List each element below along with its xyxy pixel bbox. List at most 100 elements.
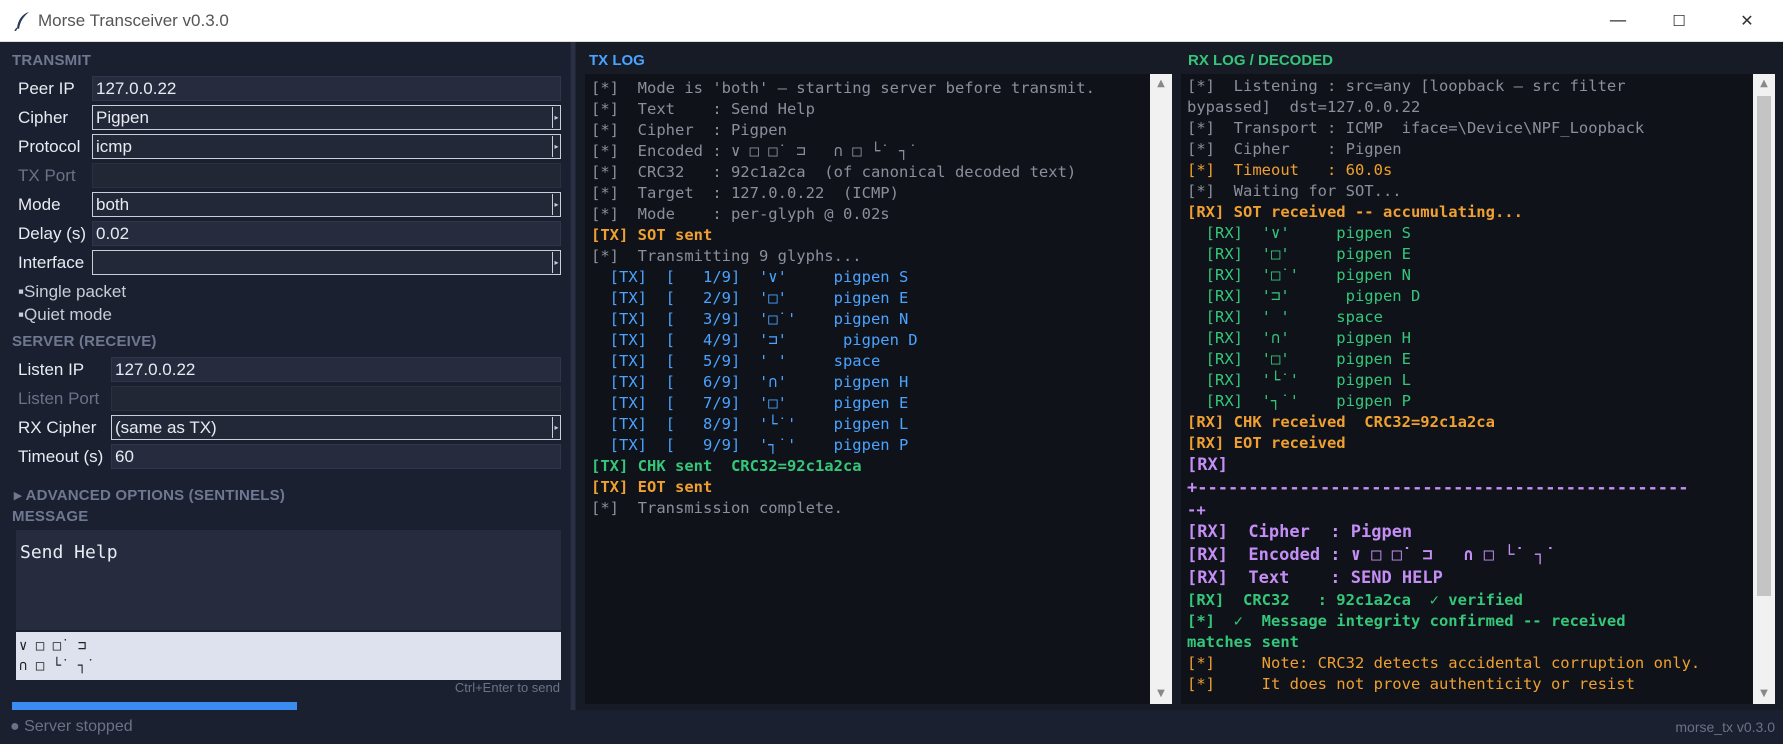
mode-select[interactable]: both ▸ (92, 192, 561, 217)
glyph-preview-line: ∩ □ └˙ ┐˙ (19, 658, 95, 674)
log-line: [RX] '⊐' pigpen D (1187, 287, 1421, 305)
log-line: [RX] '□' pigpen E (1187, 350, 1411, 368)
listen-port-input[interactable] (111, 386, 561, 411)
app-body: TRANSMIT Peer IP 127.0.0.22 Cipher Pigpe… (0, 42, 1783, 710)
log-line: [*] It does not prove authenticity or re… (1187, 675, 1635, 693)
advanced-options-toggle[interactable]: ▸ ADVANCED OPTIONS (SENTINELS) (14, 486, 285, 504)
log-line: [TX] EOT sent (591, 478, 713, 496)
rx-log-header: RX LOG / DECODED (1188, 52, 1334, 69)
cipher-value: Pigpen (96, 108, 149, 127)
transmit-button[interactable] (12, 702, 297, 710)
tx-log-header: TX LOG (589, 52, 645, 69)
rx-log-panel: RX LOG / DECODED [*] Listening : src=any… (1178, 42, 1783, 710)
log-line: [*] Listening : src=any [loopback — src … (1187, 77, 1626, 95)
log-line: [*] Transmission complete. (591, 499, 843, 517)
transmit-header: TRANSMIT (12, 52, 92, 69)
glyph-preview-line: ∨ □ □˙ ⊐ (19, 638, 87, 654)
listen-ip-input[interactable]: 127.0.0.22 (111, 357, 561, 382)
log-line: [RX] '∨' pigpen S (1187, 224, 1411, 242)
peer-ip-input[interactable]: 127.0.0.22 (92, 76, 561, 101)
tx-port-input[interactable] (92, 163, 561, 188)
glyph-preview: ∨ □ □˙ ⊐ ∩ □ └˙ ┐˙ (16, 632, 561, 680)
log-line: [TX] CHK sent CRC32=92c1a2ca (591, 457, 862, 475)
log-line: [TX] [ 2/9] '□' pigpen E (591, 289, 909, 307)
rx-cipher-label: RX Cipher (18, 418, 97, 437)
chevron-down-icon: ▸ (552, 417, 560, 438)
scroll-up-icon[interactable]: ▲ (1753, 74, 1775, 94)
tx-log-panel: TX LOG [*] Mode is 'both' — starting ser… (578, 42, 1176, 710)
splitter-handle[interactable] (571, 42, 575, 710)
log-line: [TX] [ 5/9] ' ' space (591, 352, 881, 370)
log-line: [TX] [ 9/9] '┐˙' pigpen P (591, 436, 909, 454)
message-header: MESSAGE (12, 508, 89, 525)
listen-port-label: Listen Port (18, 389, 100, 408)
log-line: [RX] Encoded : ∨ □ □˙ ⊐ ∩ □ └˙ ┐˙ (1187, 545, 1556, 565)
panel-splitter[interactable] (570, 42, 576, 710)
scroll-down-icon[interactable]: ▼ (1150, 684, 1172, 704)
scroll-up-icon[interactable]: ▲ (1150, 74, 1172, 94)
log-line: [*] CRC32 : 92c1a2ca (of canonical decod… (591, 163, 1077, 181)
scroll-down-icon[interactable]: ▼ (1753, 684, 1775, 704)
log-line: [*] Waiting for SOT... (1187, 182, 1402, 200)
quiet-mode-checkbox[interactable]: ▪Quiet mode (18, 305, 112, 325)
log-line: [*] Note: CRC32 detects accidental corru… (1187, 654, 1701, 672)
log-line: [RX] '□˙' pigpen N (1187, 266, 1411, 284)
log-line: matches sent (1187, 633, 1299, 651)
tx-port-label: TX Port (18, 166, 76, 185)
log-line: [*] Transmitting 9 glyphs... (591, 247, 862, 265)
server-status: ● Server stopped (10, 718, 133, 735)
minimize-button[interactable]: — (1598, 8, 1638, 34)
chevron-down-icon: ▸ (552, 136, 560, 157)
log-line: bypassed] dst=127.0.0.22 (1187, 98, 1421, 116)
log-line: [TX] [ 7/9] '□' pigpen E (591, 394, 909, 412)
settings-panel: TRANSMIT Peer IP 127.0.0.22 Cipher Pigpe… (0, 42, 570, 710)
chevron-down-icon: ▸ (552, 252, 560, 273)
log-line: [RX] Text : SEND HELP (1187, 568, 1443, 588)
rx-cipher-select[interactable]: (same as TX) ▸ (111, 415, 561, 440)
status-bar: ● Server stopped morse_tx v0.3.0 (0, 710, 1783, 744)
log-line: [RX] EOT received (1187, 434, 1346, 452)
cipher-label: Cipher (18, 108, 69, 127)
scroll-thumb[interactable] (1757, 96, 1771, 596)
close-button[interactable]: ✕ (1727, 8, 1767, 34)
log-line: [*] Timeout : 60.0s (1187, 161, 1393, 179)
log-line: [RX] '∩' pigpen H (1187, 329, 1411, 347)
log-line: [RX] ' ' space (1187, 308, 1383, 326)
log-line: [TX] [ 3/9] '□˙' pigpen N (591, 310, 909, 328)
tx-log-scrollbar[interactable]: ▲ ▼ (1150, 74, 1172, 704)
rx-log-scrollbar[interactable]: ▲ ▼ (1753, 74, 1775, 704)
maximize-button[interactable]: ☐ (1659, 8, 1699, 34)
log-line: [TX] [ 6/9] '∩' pigpen H (591, 373, 909, 391)
message-textarea[interactable]: Send Help (16, 530, 561, 630)
tx-log-console[interactable]: [*] Mode is 'both' — starting server bef… (585, 74, 1150, 704)
version-label: morse_tx v0.3.0 (1675, 719, 1775, 735)
log-line: [RX] CRC32 : 92c1a2ca ✓ verified (1187, 591, 1523, 609)
scroll-track[interactable] (1154, 94, 1168, 684)
interface-select[interactable]: ▸ (92, 250, 561, 275)
interface-label: Interface (18, 253, 85, 272)
send-shortcut-hint: Ctrl+Enter to send (454, 680, 560, 695)
log-line: [*] Text : Send Help (591, 100, 815, 118)
log-line: [*] Transport : ICMP iface=\Device\NPF_L… (1187, 119, 1645, 137)
log-line: -+ (1187, 501, 1206, 519)
protocol-select[interactable]: icmp ▸ (92, 134, 561, 159)
title-bar: Morse Transceiver v0.3.0 — ☐ ✕ (0, 0, 1783, 42)
rx-log-console[interactable]: [*] Listening : src=any [loopback — src … (1181, 74, 1753, 704)
log-line: [TX] [ 4/9] '⊐' pigpen D (591, 331, 918, 349)
protocol-value: icmp (96, 137, 132, 156)
log-line: [*] Cipher : Pigpen (1187, 140, 1402, 158)
delay-input[interactable]: 0.02 (92, 221, 561, 246)
timeout-input[interactable]: 60 (111, 444, 561, 469)
protocol-label: Protocol (18, 137, 81, 156)
log-line: +---------------------------------------… (1187, 478, 1689, 498)
feather-icon (14, 12, 29, 31)
log-line: [RX] Cipher : Pigpen (1187, 522, 1413, 542)
chevron-down-icon: ▸ (552, 107, 560, 128)
log-line: [RX] '□' pigpen E (1187, 245, 1411, 263)
log-line: [*] Encoded : ∨ □ □˙ ⊐ ∩ □ └˙ ┐˙ (591, 142, 918, 160)
cipher-select[interactable]: Pigpen ▸ (92, 105, 561, 130)
server-header: SERVER (RECEIVE) (12, 333, 157, 350)
log-line: [*] Mode is 'both' — starting server bef… (591, 79, 1095, 97)
log-line: [RX] (1187, 455, 1228, 475)
single-packet-checkbox[interactable]: ▪Single packet (18, 282, 126, 302)
